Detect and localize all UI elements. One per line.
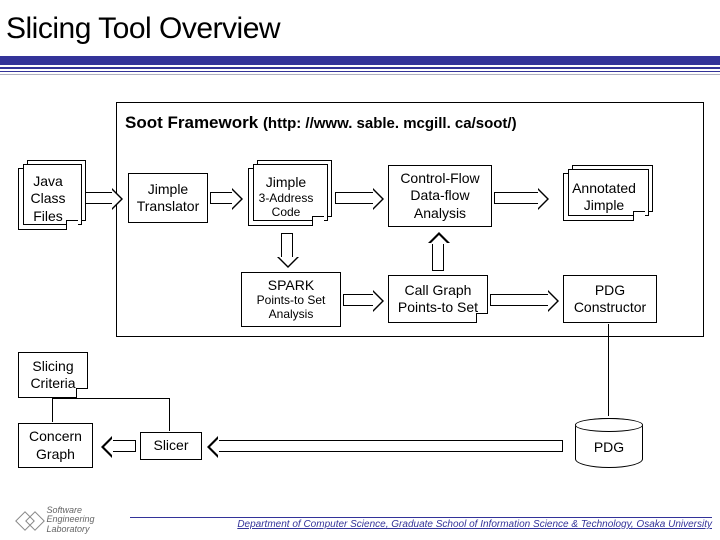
jimple-3addr: Jimple 3-Address Code (248, 168, 324, 226)
lab-logo-icon (18, 508, 42, 532)
spark: SPARK Points-to Set Analysis (241, 272, 341, 327)
jimple-translator: Jimple Translator (128, 173, 208, 223)
connector-pdgc-to-pdg (608, 324, 609, 416)
control-dataflow-analysis: Control-Flow Data-flow Analysis (388, 165, 492, 227)
arrow-slicer-to-concern (112, 440, 136, 452)
soot-url: (http: //www. sable. mcgill. ca/soot/) (263, 115, 517, 132)
connector-criteria-to-slicer-v (169, 398, 170, 431)
slide-title: Slicing Tool Overview (0, 0, 720, 50)
slicer: Slicer (140, 432, 202, 460)
connector-criteria-line (52, 398, 53, 422)
pdg-storage: PDG (575, 418, 643, 468)
call-graph: Call Graph Points-to Set (388, 275, 488, 323)
connector-criteria-to-slicer-h (52, 398, 170, 399)
annotated-jimple: Annotated Jimple (563, 173, 645, 221)
arrow-java-to-translator (82, 192, 112, 204)
arrow-cfda-to-annotated (494, 192, 538, 204)
lab-logo: Software Engineering Laboratory (18, 506, 95, 534)
footer-affiliation: Department of Computer Science, Graduate… (130, 517, 712, 530)
pdg-constructor: PDG Constructor (563, 275, 657, 323)
arrow-jimple-to-spark (281, 233, 293, 257)
concern-graph: Concern Graph (18, 423, 93, 468)
arrow-callgraph-to-cfda (432, 243, 444, 271)
java-class-files: Java Class Files (18, 168, 78, 230)
slicing-criteria: Slicing Criteria (18, 352, 88, 398)
soot-framework-label: Soot Framework (http: //www. sable. mcgi… (125, 113, 517, 133)
arrow-translator-to-jimple (210, 192, 232, 204)
arrow-jimple-to-cfda (335, 192, 373, 204)
soot-label-text: Soot Framework (125, 113, 258, 132)
title-underline (0, 56, 720, 75)
arrow-spark-to-callgraph (343, 294, 373, 306)
arrow-callgraph-to-pdgc (490, 294, 548, 306)
arrow-pdg-to-slicer (218, 440, 563, 452)
